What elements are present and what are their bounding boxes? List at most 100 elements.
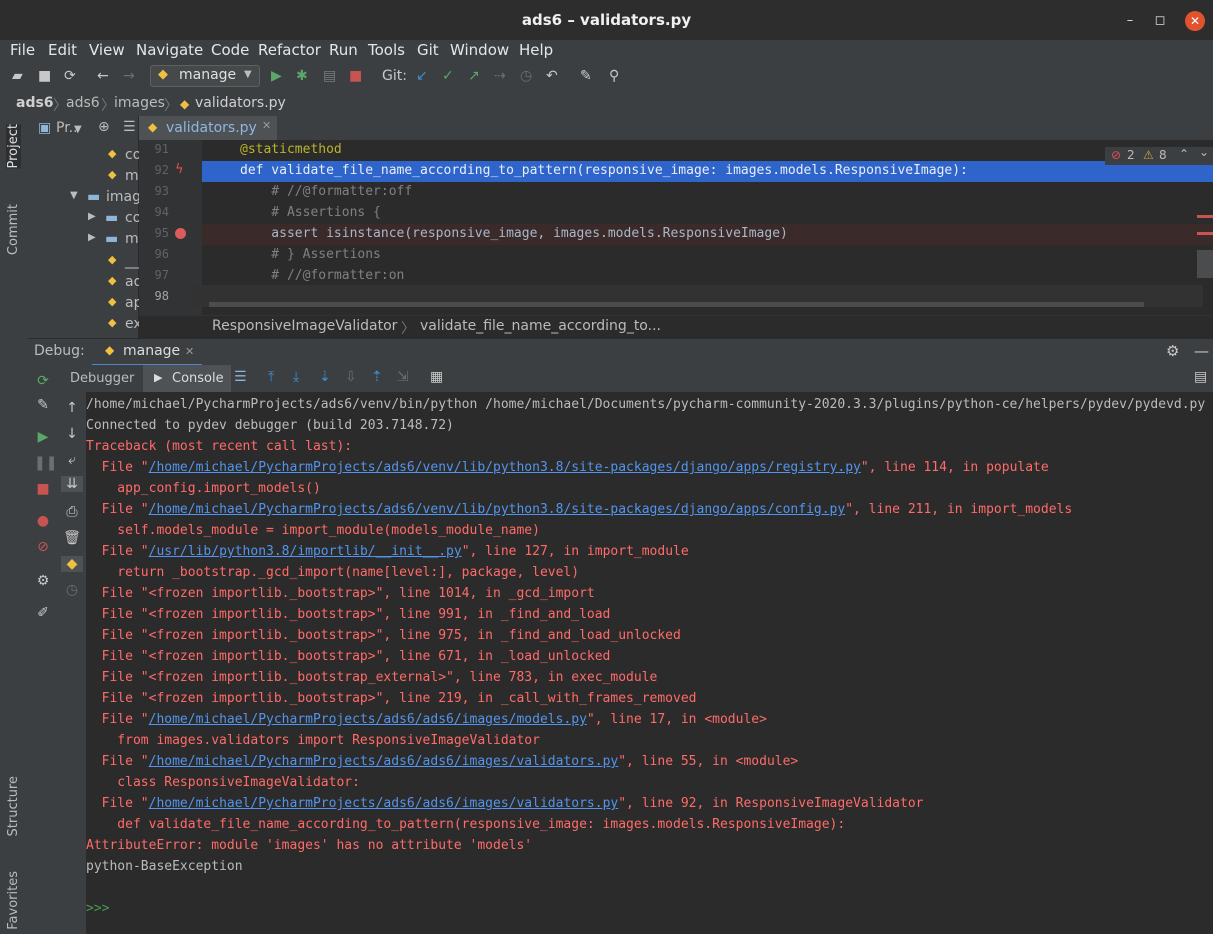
resume-icon[interactable]: ▶ xyxy=(34,429,52,445)
layout-icon[interactable]: ▤ xyxy=(1194,369,1207,385)
tab-console[interactable]: ▶ Console xyxy=(143,365,231,392)
scroll-to-end-icon[interactable]: ⇊ xyxy=(61,476,83,492)
menu-view[interactable]: View xyxy=(89,41,125,59)
menu-navigate[interactable]: Navigate xyxy=(136,41,203,59)
print-icon[interactable]: ⎙ xyxy=(63,504,81,520)
breakpoint-icon[interactable] xyxy=(175,228,186,239)
up-arrow-icon[interactable]: ↑ xyxy=(63,400,81,416)
tab-debugger[interactable]: Debugger xyxy=(70,371,134,386)
file-link[interactable]: /home/michael/PycharmProjects/ads6/venv/… xyxy=(149,502,846,517)
step-into-icon[interactable]: ⇣ xyxy=(319,369,331,385)
menu-lines-icon[interactable]: ☰ xyxy=(234,369,247,385)
python-console-icon[interactable]: ◆ xyxy=(61,556,83,572)
horizontal-scrollbar[interactable] xyxy=(209,302,1144,307)
crumb-class[interactable]: ResponsiveImageValidator xyxy=(212,318,397,334)
show-execution-point-icon[interactable]: ⤒ xyxy=(268,369,274,385)
maximize-button[interactable]: ◻ xyxy=(1150,11,1170,31)
file-link[interactable]: /home/michael/PycharmProjects/ads6/ads6/… xyxy=(149,796,619,811)
breadcrumb-project[interactable]: ads6 xyxy=(16,95,54,111)
chevron-right-icon[interactable]: ▶ xyxy=(88,232,96,243)
menu-window[interactable]: Window xyxy=(450,41,509,59)
chevron-down-icon[interactable]: ▼ xyxy=(70,190,78,201)
tree-item[interactable]: m xyxy=(125,231,139,247)
history-icon[interactable]: ◷ xyxy=(520,67,532,85)
history-icon[interactable]: ◷ xyxy=(63,582,81,598)
wrench-icon[interactable]: ✎ xyxy=(34,397,52,413)
locate-icon[interactable]: ⊕ xyxy=(98,119,110,135)
crumb-method[interactable]: validate_file_name_according_to... xyxy=(420,318,661,334)
tab-validators[interactable]: ◆ validators.py ✕ xyxy=(139,116,277,140)
error-stripe-marker[interactable] xyxy=(1197,232,1213,235)
settings-icon[interactable]: ⚙ xyxy=(34,573,52,589)
settings-wrench-icon[interactable]: ✎ xyxy=(580,67,592,85)
open-folder-icon[interactable]: ▰ xyxy=(12,67,23,85)
forward-icon[interactable]: → xyxy=(123,67,135,85)
mute-breakpoints-icon[interactable]: ⊘ xyxy=(34,539,52,555)
menu-code[interactable]: Code xyxy=(211,41,249,59)
chevron-right-icon[interactable]: ▶ xyxy=(88,211,96,222)
file-link[interactable]: /home/michael/PycharmProjects/ads6/ads6/… xyxy=(149,712,587,727)
menu-tools[interactable]: Tools xyxy=(368,41,405,59)
trash-icon[interactable]: 🗑 xyxy=(63,530,81,546)
debug-session-tab[interactable]: ◆ manage ✕ xyxy=(92,339,202,367)
coverage-icon[interactable]: ▤ xyxy=(323,67,336,85)
menu-git[interactable]: Git xyxy=(417,41,439,59)
pause-icon[interactable]: ❚❚ xyxy=(34,455,57,471)
file-link[interactable]: /usr/lib/python3.8/importlib/__init__.py xyxy=(149,544,462,559)
git-commit-icon[interactable]: ✓ xyxy=(442,67,454,85)
run-config-dropdown[interactable]: ◆ manage ▼ xyxy=(150,65,260,87)
structure-tool-tab[interactable]: Structure xyxy=(6,776,21,836)
step-into-my-code-icon[interactable]: ⇩ xyxy=(345,369,357,385)
step-over-icon[interactable]: ⤓ xyxy=(293,369,299,385)
menu-refactor[interactable]: Refactor xyxy=(258,41,321,59)
hide-icon[interactable]: — xyxy=(1194,342,1209,360)
tree-item[interactable]: __ xyxy=(125,253,139,269)
back-icon[interactable]: ← xyxy=(97,67,109,85)
tree-item[interactable]: m xyxy=(125,168,139,184)
inspections-widget[interactable]: ⊘ 2 ⚠ 8 ⌃ ⌄ xyxy=(1105,145,1213,165)
chevron-down-icon[interactable]: ▼ xyxy=(74,124,82,135)
gear-icon[interactable]: ⚙ xyxy=(1166,342,1179,360)
stop-icon[interactable]: ■ xyxy=(34,481,52,497)
git-update-icon[interactable]: ↙ xyxy=(416,67,428,85)
close-button[interactable]: ✕ xyxy=(1185,11,1205,31)
breadcrumb-folder[interactable]: images xyxy=(114,95,165,111)
evaluate-expression-icon[interactable]: ▦ xyxy=(430,369,443,385)
console-output[interactable]: /home/michael/PycharmProjects/ads6/venv/… xyxy=(86,392,1213,934)
run-icon[interactable]: ▶ xyxy=(271,67,282,85)
stop-icon[interactable]: ■ xyxy=(349,67,362,85)
close-tab-icon[interactable]: ✕ xyxy=(185,345,194,358)
rollback-icon[interactable]: ↶ xyxy=(546,67,558,85)
favorites-tool-tab[interactable]: Favorites xyxy=(6,871,21,930)
minimize-button[interactable]: – xyxy=(1120,11,1140,31)
project-tool-tab[interactable]: Project xyxy=(6,124,21,169)
chevron-down-icon[interactable]: ⌄ xyxy=(1199,145,1209,159)
code-editor[interactable]: 91 92 93 94 95 96 97 98 ϟ @staticmethod … xyxy=(139,140,1213,315)
vertical-scrollbar-thumb[interactable] xyxy=(1197,250,1213,278)
menu-edit[interactable]: Edit xyxy=(48,41,77,59)
down-arrow-icon[interactable]: ↓ xyxy=(63,426,81,442)
sync-icon[interactable]: ⟳ xyxy=(64,67,76,85)
file-link[interactable]: /home/michael/PycharmProjects/ads6/venv/… xyxy=(149,460,861,475)
soft-wrap-icon[interactable]: ⤶ xyxy=(63,452,81,468)
close-tab-icon[interactable]: ✕ xyxy=(262,119,271,132)
chevron-up-icon[interactable]: ⌃ xyxy=(1179,147,1189,161)
pin-icon[interactable]: ✐ xyxy=(34,605,52,621)
file-link[interactable]: /home/michael/PycharmProjects/ads6/ads6/… xyxy=(149,754,619,769)
rerun-icon[interactable]: ⟳ xyxy=(34,373,52,389)
collapse-icon[interactable]: ☰ xyxy=(123,119,136,135)
console-prompt[interactable]: >>> xyxy=(86,898,109,919)
view-breakpoints-icon[interactable]: ● xyxy=(34,513,52,529)
git-fetch-icon[interactable]: ⇢ xyxy=(494,67,506,85)
menu-help[interactable]: Help xyxy=(519,41,553,59)
menu-run[interactable]: Run xyxy=(329,41,358,59)
git-push-icon[interactable]: ↗ xyxy=(468,67,480,85)
search-icon[interactable]: ⚲ xyxy=(609,67,619,85)
debug-icon[interactable]: ✱ xyxy=(296,67,308,85)
commit-tool-tab[interactable]: Commit xyxy=(6,204,21,255)
error-stripe-marker[interactable] xyxy=(1197,215,1213,218)
menu-file[interactable]: File xyxy=(10,41,35,59)
breadcrumb-package[interactable]: ads6 xyxy=(66,95,100,111)
run-to-cursor-icon[interactable]: ⇲ xyxy=(397,369,409,385)
breadcrumb-file[interactable]: validators.py xyxy=(195,95,286,111)
